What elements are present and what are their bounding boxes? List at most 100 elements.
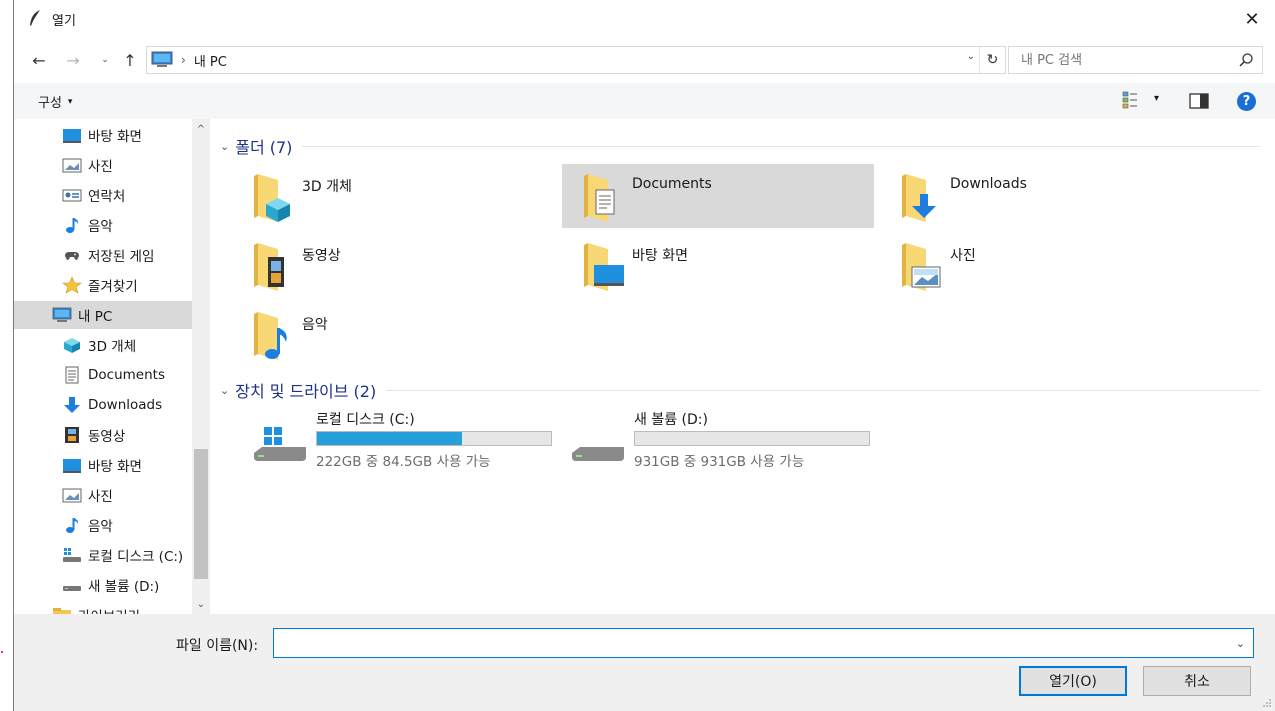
organize-menu-button[interactable]: 구성 ▾ [38,92,72,111]
folder-tile-pictures[interactable]: 사진 [880,233,1192,297]
scroll-up-button[interactable]: ^ [192,119,210,139]
sidebar-item-new-volume-d[interactable]: 새 볼륨 (D:) [62,571,159,599]
folder-label: Documents [632,176,712,192]
folders-header-label: 폴더 (7) [235,138,293,157]
scroll-down-button[interactable]: ⌄ [192,594,210,614]
chevron-up-icon: ^ [196,123,206,135]
sidebar-item-music[interactable]: 음악 [62,211,113,239]
change-view-icon[interactable] [1122,91,1138,109]
sidebar-item-documents[interactable]: Documents [62,361,165,389]
breadcrumb-this-pc[interactable]: 내 PC [194,51,227,70]
sidebar-item-contacts[interactable]: 연락처 [62,181,125,209]
contacts-icon [62,189,82,202]
refresh-icon: ↻ [986,52,999,68]
folder-label: 3D 개체 [302,179,352,195]
folder-tile-music[interactable]: 음악 [232,302,544,366]
this-pc-icon [151,51,173,67]
videos-icon [65,427,79,443]
drive-label: 새 볼륨 (D:) [634,412,708,428]
sidebar-item-pictures[interactable]: 사진 [62,151,113,179]
documents-icon [65,366,79,384]
chevron-down-icon: ⌄ [101,55,109,65]
help-icon[interactable]: ? [1237,92,1256,111]
sidebar-item-saved-games[interactable]: 저장된 게임 [62,241,154,269]
command-bar: 구성 ▾ ▾ ? [14,83,1275,119]
folder-tile-videos[interactable]: 동영상 [232,233,544,297]
up-button[interactable]: ↑ [120,48,140,72]
open-button[interactable]: 열기(O) [1019,666,1127,696]
sidebar-item-desktop-2[interactable]: 바탕 화면 [62,451,142,479]
sidebar-item-favorites[interactable]: 즐겨찾기 [62,271,138,299]
sidebar-item-3d-objects[interactable]: 3D 개체 [62,331,136,359]
sidebar-item-local-disk-c[interactable]: 로컬 디스크 (C:) [62,541,183,569]
search-icon [1239,53,1253,67]
back-button[interactable]: ← [28,48,50,72]
search-input[interactable] [1021,52,1221,68]
sidebar-item-label: 즐겨찾기 [88,279,138,295]
this-pc-icon [52,307,72,322]
preview-pane-icon[interactable] [1189,93,1209,109]
recent-locations-button[interactable]: ⌄ [98,48,112,72]
desktop-folder-icon [584,243,624,291]
forward-button[interactable]: → [62,48,84,72]
dialog-footer: 파일 이름(N): ⌄ 열기(O) 취소 [14,614,1275,711]
drives-group-header[interactable]: ⌄ 장치 및 드라이브 (2) [220,378,1260,402]
sidebar-item-label: 음악 [88,219,113,235]
cancel-button-label: 취소 [1184,674,1210,690]
filename-label: 파일 이름(N): [176,638,259,654]
address-dropdown-button[interactable]: ⌄ [967,51,975,62]
dialog-title: 열기 [52,14,76,29]
drive-usage-bar [634,431,870,446]
refresh-button[interactable]: ↻ [979,47,1005,73]
sidebar-item-downloads[interactable]: Downloads [62,391,162,419]
folder-tile-3d-objects[interactable]: 3D 개체 [232,164,544,228]
group-divider [386,389,1260,391]
sidebar-item-music-2[interactable]: 음악 [62,511,113,539]
sidebar-item-pictures-2[interactable]: 사진 [62,481,113,509]
sidebar-item-label: Downloads [88,397,163,413]
help-glyph: ? [1242,94,1251,109]
group-divider [302,145,1260,147]
sidebar-item-label: 사진 [88,159,113,175]
sidebar-item-desktop[interactable]: 바탕 화면 [62,121,142,149]
folder-tile-downloads[interactable]: Downloads [880,164,1192,228]
sidebar-item-this-pc[interactable]: 내 PC [14,301,192,329]
folder-tile-documents[interactable]: Documents [562,164,874,228]
hard-drive-icon [572,447,624,461]
sidebar-scrollbar[interactable]: ^ ⌄ [192,119,210,614]
filename-input[interactable] [278,633,1218,653]
drive-label: 로컬 디스크 (C:) [316,412,415,428]
desktop-icon [63,459,81,473]
3d-objects-folder-icon [254,174,290,222]
folder-label: 바탕 화면 [632,248,688,264]
chevron-down-icon[interactable]: ⌄ [1236,637,1245,650]
navigation-bar: ← → ⌄ ↑ › 내 PC ⌄ ↻ [14,44,1275,76]
libraries-icon [53,608,71,614]
cancel-button[interactable]: 취소 [1143,666,1251,696]
sidebar-item-label: 새 볼륨 (D:) [88,579,160,595]
sidebar-item-libraries[interactable]: 라이브러리 [52,601,140,614]
close-button[interactable]: ✕ [1229,0,1275,38]
search-box[interactable] [1008,46,1263,74]
folder-tile-desktop[interactable]: 바탕 화면 [562,233,874,297]
sidebar-item-label: 3D 개체 [88,339,137,355]
caret-down-icon: ▾ [67,96,73,107]
navigation-pane: 바탕 화면 사진 연락처 음악 저장된 게임 즐겨찾기 내 PC 3D 개체 D… [14,119,210,614]
folders-group-header[interactable]: ⌄ 폴더 (7) [220,134,1260,158]
drive-tile-new-volume-d[interactable]: 새 볼륨 (D:) 931GB 중 931GB 사용 가능 [544,409,874,470]
outside-marker [1,651,3,653]
sidebar-item-label: 내 PC [78,309,113,325]
view-options-caret-icon[interactable]: ▾ [1154,93,1159,104]
filename-combobox[interactable]: ⌄ [273,628,1254,658]
drive-free-space: 931GB 중 931GB 사용 가능 [634,454,805,470]
drive-usage-fill [317,432,463,445]
sidebar-item-label: 저장된 게임 [88,249,155,265]
3d-objects-icon [64,338,80,353]
sidebar-item-videos[interactable]: 동영상 [62,421,125,449]
resize-grip-icon[interactable] [1262,698,1272,708]
drive-tile-local-disk-c[interactable]: 로컬 디스크 (C:) 222GB 중 84.5GB 사용 가능 [226,409,556,470]
address-bar[interactable]: › 내 PC ⌄ ↻ [146,46,1006,74]
scroll-thumb[interactable] [194,449,208,579]
chevron-down-icon: ⌄ [196,598,206,610]
sidebar-item-label: 로컬 디스크 (C:) [88,549,184,565]
